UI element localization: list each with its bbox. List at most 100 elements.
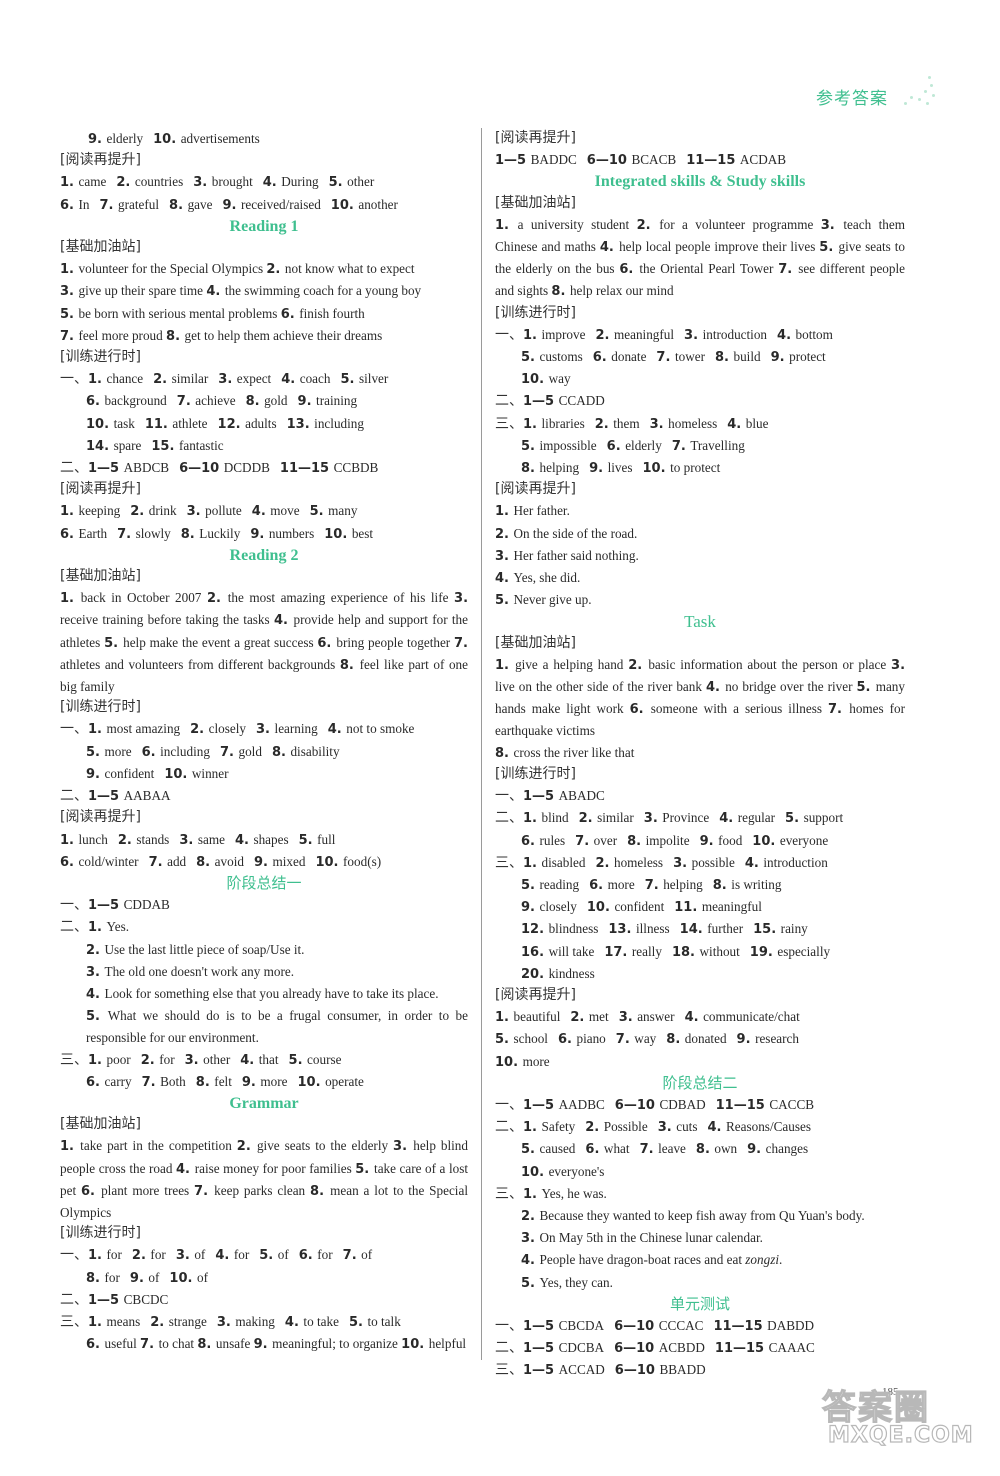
answer-number: 3. [649,416,669,432]
answer-number: 5. [309,504,329,520]
answer-text: no bridge over the river [725,679,857,695]
answer-number: 6. [60,197,79,213]
answer-line: 8. helping 9. lives 10. to protect [495,457,905,479]
answer-item: 3. possible [673,855,735,871]
answer-item: 4. communicate/chat [685,1009,800,1025]
answer-number: 1. [523,327,542,343]
answer-number: 6. [592,350,612,366]
answer-text: countries [134,174,184,190]
answer-item: 8. build [715,349,761,365]
answer-text: more [104,743,132,759]
answer-text: for [150,1247,166,1263]
part-prefix: 一、 [60,721,88,738]
part-prefix: 一、 [495,788,523,805]
answer-line: 一、1. for 2. for 3. of 4. for 5. of 6. for 7. o… [60,1244,468,1266]
answer-number: 2. [130,504,149,520]
answer-item: 4. regular [719,810,776,826]
answer-line: 12. blindness 13. illness 14. further 15. r… [495,918,905,940]
answer-item: 2. for [132,1247,166,1263]
answer-text: of [196,1269,208,1285]
answer-item: 8. Luckily [181,526,241,542]
answer-item: 7. of [343,1247,373,1263]
answer-item: 3. same [179,832,225,848]
answer-number: 8. [197,1337,216,1353]
answer-line: 一、1. most amazing 2. closely 3. learning 4.… [60,718,468,740]
answer-number: 1. [60,262,79,278]
answer-line: 5. impossible 6. elderly 7. Travelling [495,435,905,457]
answer-line: 6. carry 7. Both 8. felt 9. more 10. operate [60,1071,468,1093]
answer-sentence: 2. Use the last little piece of soap/Use… [60,939,468,961]
answer-line: 5. school 6. piano 7. way 8. donated 9. rese… [495,1028,905,1050]
part-prefix: 二、 [495,393,523,410]
answer-item: 6. In [60,197,90,213]
answer-letters: BBADD [659,1362,706,1378]
answer-line: 9. closely 10. confident 11. meaningful [495,896,905,918]
answer-text: will take [548,943,595,959]
answer-number: 1. [88,1314,107,1330]
answer-line: 1. lunch 2. stands 3. same 4. shapes 5. full [60,829,468,851]
answer-number: 10. [153,132,181,147]
answer-item: 10. another [331,197,398,213]
practice-part-2: 二、1—5 CBCDC [60,1289,468,1311]
answer-item: 2. strange [150,1314,207,1330]
answer-item: 5. silver [340,371,389,387]
answer-range: 1—5 [523,394,559,410]
answer-item: 4. blue [727,416,768,432]
answer-number: 4. [327,722,347,738]
answer-number: 5. [785,811,804,827]
answer-number: 12. [217,416,246,432]
answer-number: 8. [712,877,732,893]
answer-group: 11—15 DABDD [713,1318,814,1334]
answer-text: silver [359,371,389,387]
watermark-text-en: MXQE.COM [827,1422,974,1448]
answer-item: 8. avoid [196,854,244,870]
answer-text: coach [299,371,331,387]
answer-item: 4. Reasons/Causes [707,1119,811,1135]
answer-item: 11. meaningful [674,899,762,916]
answer-number: 7. [575,833,594,849]
answer-letters: CBCDA [558,1317,605,1333]
answer-number: 8. [271,744,291,760]
answer-text: of [194,1247,206,1263]
answer-group: 6—10 BCACB [587,152,676,168]
answer-item: 10. way [521,371,571,387]
answer-item: 7. achieve [177,393,236,409]
answer-text: helpful [428,1336,467,1352]
answer-range: 1—5 [523,1318,559,1334]
answer-number: 1. [495,217,518,233]
answer-line: 10. way [495,368,905,390]
answer-text: someone with a serious illness [650,701,828,717]
answer-range: 6—10 [179,461,224,477]
answer-number: 1. [60,591,81,607]
answer-group: 6—10 CDBAD [615,1097,706,1113]
answer-number: 17. [604,944,632,960]
answer-line: 5. reading 6. more 7. helping 8. is writing [495,874,905,896]
answer-item: 3. expect [218,371,271,387]
answer-number: 4. [599,240,620,256]
answer-range: 1—5 [523,1363,559,1379]
answer-item: 7. Travelling [672,438,745,454]
answer-number: 5. [521,1142,540,1158]
answer-item: 16. will take [521,943,595,960]
answer-number: 11. [674,900,702,916]
answer-item: 9. numbers [250,526,314,542]
answer-number: 9. [222,197,241,213]
answer-item: 1. blind [523,810,569,826]
answer-number: 3. [86,964,105,980]
answer-item: 7. add [149,854,187,870]
answer-text: Province [662,810,710,826]
answer-number: 7. [828,702,850,718]
answer-range: 1—5 [523,1341,559,1357]
answer-text: that [258,1051,279,1067]
answer-text: blindness [548,921,599,937]
answer-number: 3. [256,722,275,738]
answer-text: mixed [272,853,306,869]
answer-number: 9. [736,1032,756,1048]
answer-text: Because they wanted to keep fish away fr… [539,1207,865,1223]
answer-item: 9. lives [589,460,632,476]
answer-number: 15. [151,438,179,454]
part-prefix: 三、 [495,1185,523,1202]
answer-item: 1. disabled [523,855,585,871]
answer-text: regular [737,810,776,826]
answer-line: 9. elderly 10. advertisements [60,128,468,150]
